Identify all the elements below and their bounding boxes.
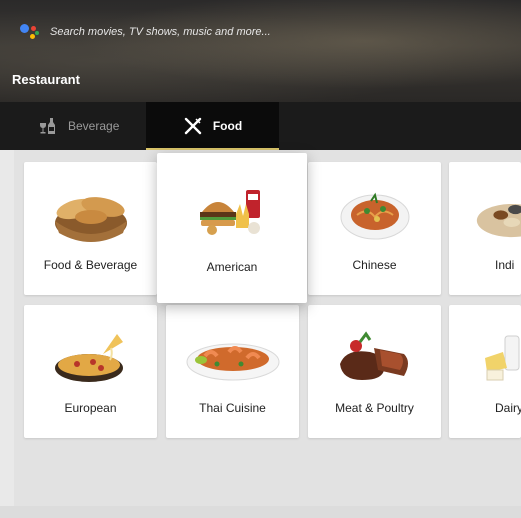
tab-food-label: Food — [212, 119, 243, 133]
wine-bottle-glass-icon — [39, 118, 55, 134]
category-card-meat-poultry[interactable]: Meat & Poultry — [308, 305, 441, 438]
dairy-icon — [449, 323, 521, 393]
bottom-edge — [0, 506, 521, 518]
category-card-american[interactable]: American — [157, 153, 307, 303]
fork-knife-icon — [184, 117, 202, 135]
category-label: Chinese — [352, 258, 397, 272]
indian-platter-icon — [449, 180, 521, 250]
category-label: Dairy F — [495, 401, 521, 415]
voice-search-bar[interactable]: Search movies, TV shows, music and more.… — [20, 22, 271, 42]
category-label: Meat & Poultry — [335, 401, 414, 415]
page-title: Restaurant — [12, 72, 80, 87]
pizza-icon — [24, 323, 157, 393]
burger-fries-icon — [157, 179, 307, 249]
noodle-bowl-icon — [308, 180, 441, 250]
category-card-thai-cuisine[interactable]: Thai Cuisine — [166, 305, 299, 438]
category-label: Indi — [495, 258, 515, 272]
category-card-chinese[interactable]: Chinese — [308, 162, 441, 295]
search-placeholder[interactable]: Search movies, TV shows, music and more.… — [50, 26, 271, 38]
tab-beverage-label: Beverage — [68, 119, 120, 133]
shrimp-platter-icon — [166, 323, 299, 393]
category-label: Thai Cuisine — [199, 401, 266, 415]
google-assistant-icon[interactable] — [20, 22, 42, 42]
steak-icon — [308, 323, 441, 393]
app-frame: Search movies, TV shows, music and more.… — [0, 0, 521, 518]
category-card-european[interactable]: European — [24, 305, 157, 438]
tab-food[interactable]: Food — [146, 102, 279, 150]
category-label: American — [206, 260, 258, 274]
category-tabs: Beverage Food — [0, 102, 521, 150]
category-card-indian[interactable]: Indi — [449, 162, 521, 295]
tab-beverage[interactable]: Beverage — [38, 102, 119, 150]
header: Search movies, TV shows, music and more.… — [0, 0, 521, 102]
category-label: European — [64, 401, 117, 415]
category-card-food-beverage[interactable]: Food & Beverage — [24, 162, 157, 295]
category-card-dairy[interactable]: Dairy F — [449, 305, 521, 438]
category-label: Food & Beverage — [43, 258, 138, 272]
bread-basket-icon — [24, 180, 157, 250]
